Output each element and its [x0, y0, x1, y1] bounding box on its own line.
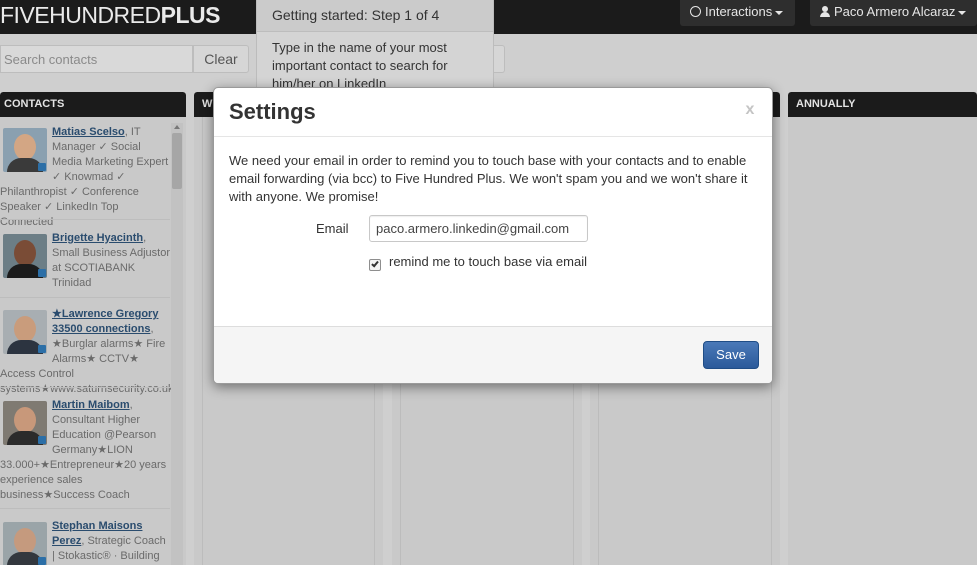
linkedin-badge-icon	[38, 163, 46, 171]
interactions-menu-label: Interactions	[705, 4, 773, 19]
modal-description: We need your email in order to remind yo…	[229, 153, 748, 204]
contacts-scrollbar[interactable]	[171, 123, 183, 565]
list-item[interactable]: Brigette Hyacinth, Small Business Adjust…	[0, 231, 170, 291]
contacts-column-header: CONTACTS	[0, 92, 186, 117]
modal-title: Settings	[229, 99, 316, 124]
linkedin-badge-icon	[38, 345, 46, 353]
contact-name-link[interactable]: Brigette Hyacinth	[52, 232, 143, 244]
remind-checkbox-label[interactable]: remind me to touch base via email	[389, 254, 587, 269]
list-item[interactable]: Stephan Maisons Perez, Strategic Coach |…	[0, 519, 170, 565]
scrollbar-thumb[interactable]	[172, 133, 182, 189]
user-menu[interactable]: Paco Armero Alcaraz	[810, 0, 977, 26]
globe-icon	[690, 6, 701, 17]
popover-title: Getting started: Step 1 of 4	[257, 0, 493, 32]
divider	[0, 508, 170, 509]
checkmark-icon	[371, 259, 379, 268]
remind-checkbox[interactable]	[369, 259, 381, 271]
user-icon	[820, 6, 830, 17]
save-button[interactable]: Save	[703, 341, 759, 369]
email-label: Email	[316, 221, 349, 236]
avatar[interactable]	[3, 128, 47, 172]
avatar[interactable]	[3, 401, 47, 445]
list-item[interactable]: Martin Maibom, Consultant Higher Educati…	[0, 398, 170, 503]
contact-name-link[interactable]: ★Lawrence Gregory 33500 connections	[52, 308, 158, 335]
modal-header: Settings x	[214, 88, 772, 137]
linkedin-badge-icon	[38, 436, 46, 444]
divider	[0, 297, 170, 298]
popover-body: Type in the name of your most important …	[272, 40, 448, 88]
avatar[interactable]	[3, 522, 47, 565]
divider	[0, 219, 170, 220]
modal-footer: Save	[214, 326, 772, 383]
avatar[interactable]	[3, 234, 47, 278]
caret-down-icon	[775, 10, 784, 15]
contact-name-link[interactable]: Matias Scelso	[52, 126, 125, 138]
interactions-menu[interactable]: Interactions	[680, 0, 795, 26]
contacts-column: CONTACTS Matias Scelso, IT Manager ✓ Soc…	[0, 92, 186, 565]
contacts-list: Matias Scelso, IT Manager ✓ Social Media…	[0, 117, 186, 565]
logo-text-light: FIVEHUNDRED	[0, 2, 161, 28]
search-button-edge[interactable]	[494, 45, 505, 73]
getting-started-popover: Getting started: Step 1 of 4 Type in the…	[256, 0, 494, 88]
divider	[0, 387, 170, 388]
email-field[interactable]	[369, 215, 588, 242]
caret-down-icon	[958, 10, 967, 15]
user-menu-label: Paco Armero Alcaraz	[834, 4, 956, 19]
avatar[interactable]	[3, 310, 47, 354]
linkedin-badge-icon	[38, 269, 46, 277]
settings-modal: Settings x We need your email in order t…	[213, 87, 773, 384]
clear-button[interactable]: Clear	[193, 45, 249, 73]
list-item[interactable]: ★Lawrence Gregory 33500 connections, ★Bu…	[0, 307, 173, 397]
search-input[interactable]	[0, 45, 193, 73]
linkedin-badge-icon	[38, 557, 46, 565]
close-icon[interactable]: x	[742, 101, 758, 119]
contact-name-link[interactable]: Martin Maibom	[52, 399, 130, 411]
annually-column-header: ANNUALLY	[788, 92, 977, 117]
logo-text-bold: PLUS	[160, 2, 221, 28]
app-logo[interactable]: FIVEHUNDREDPLUS	[0, 2, 220, 29]
scroll-up-icon[interactable]	[174, 125, 180, 129]
annually-column: ANNUALLY	[788, 92, 977, 565]
list-item[interactable]: Matias Scelso, IT Manager ✓ Social Media…	[0, 125, 170, 230]
